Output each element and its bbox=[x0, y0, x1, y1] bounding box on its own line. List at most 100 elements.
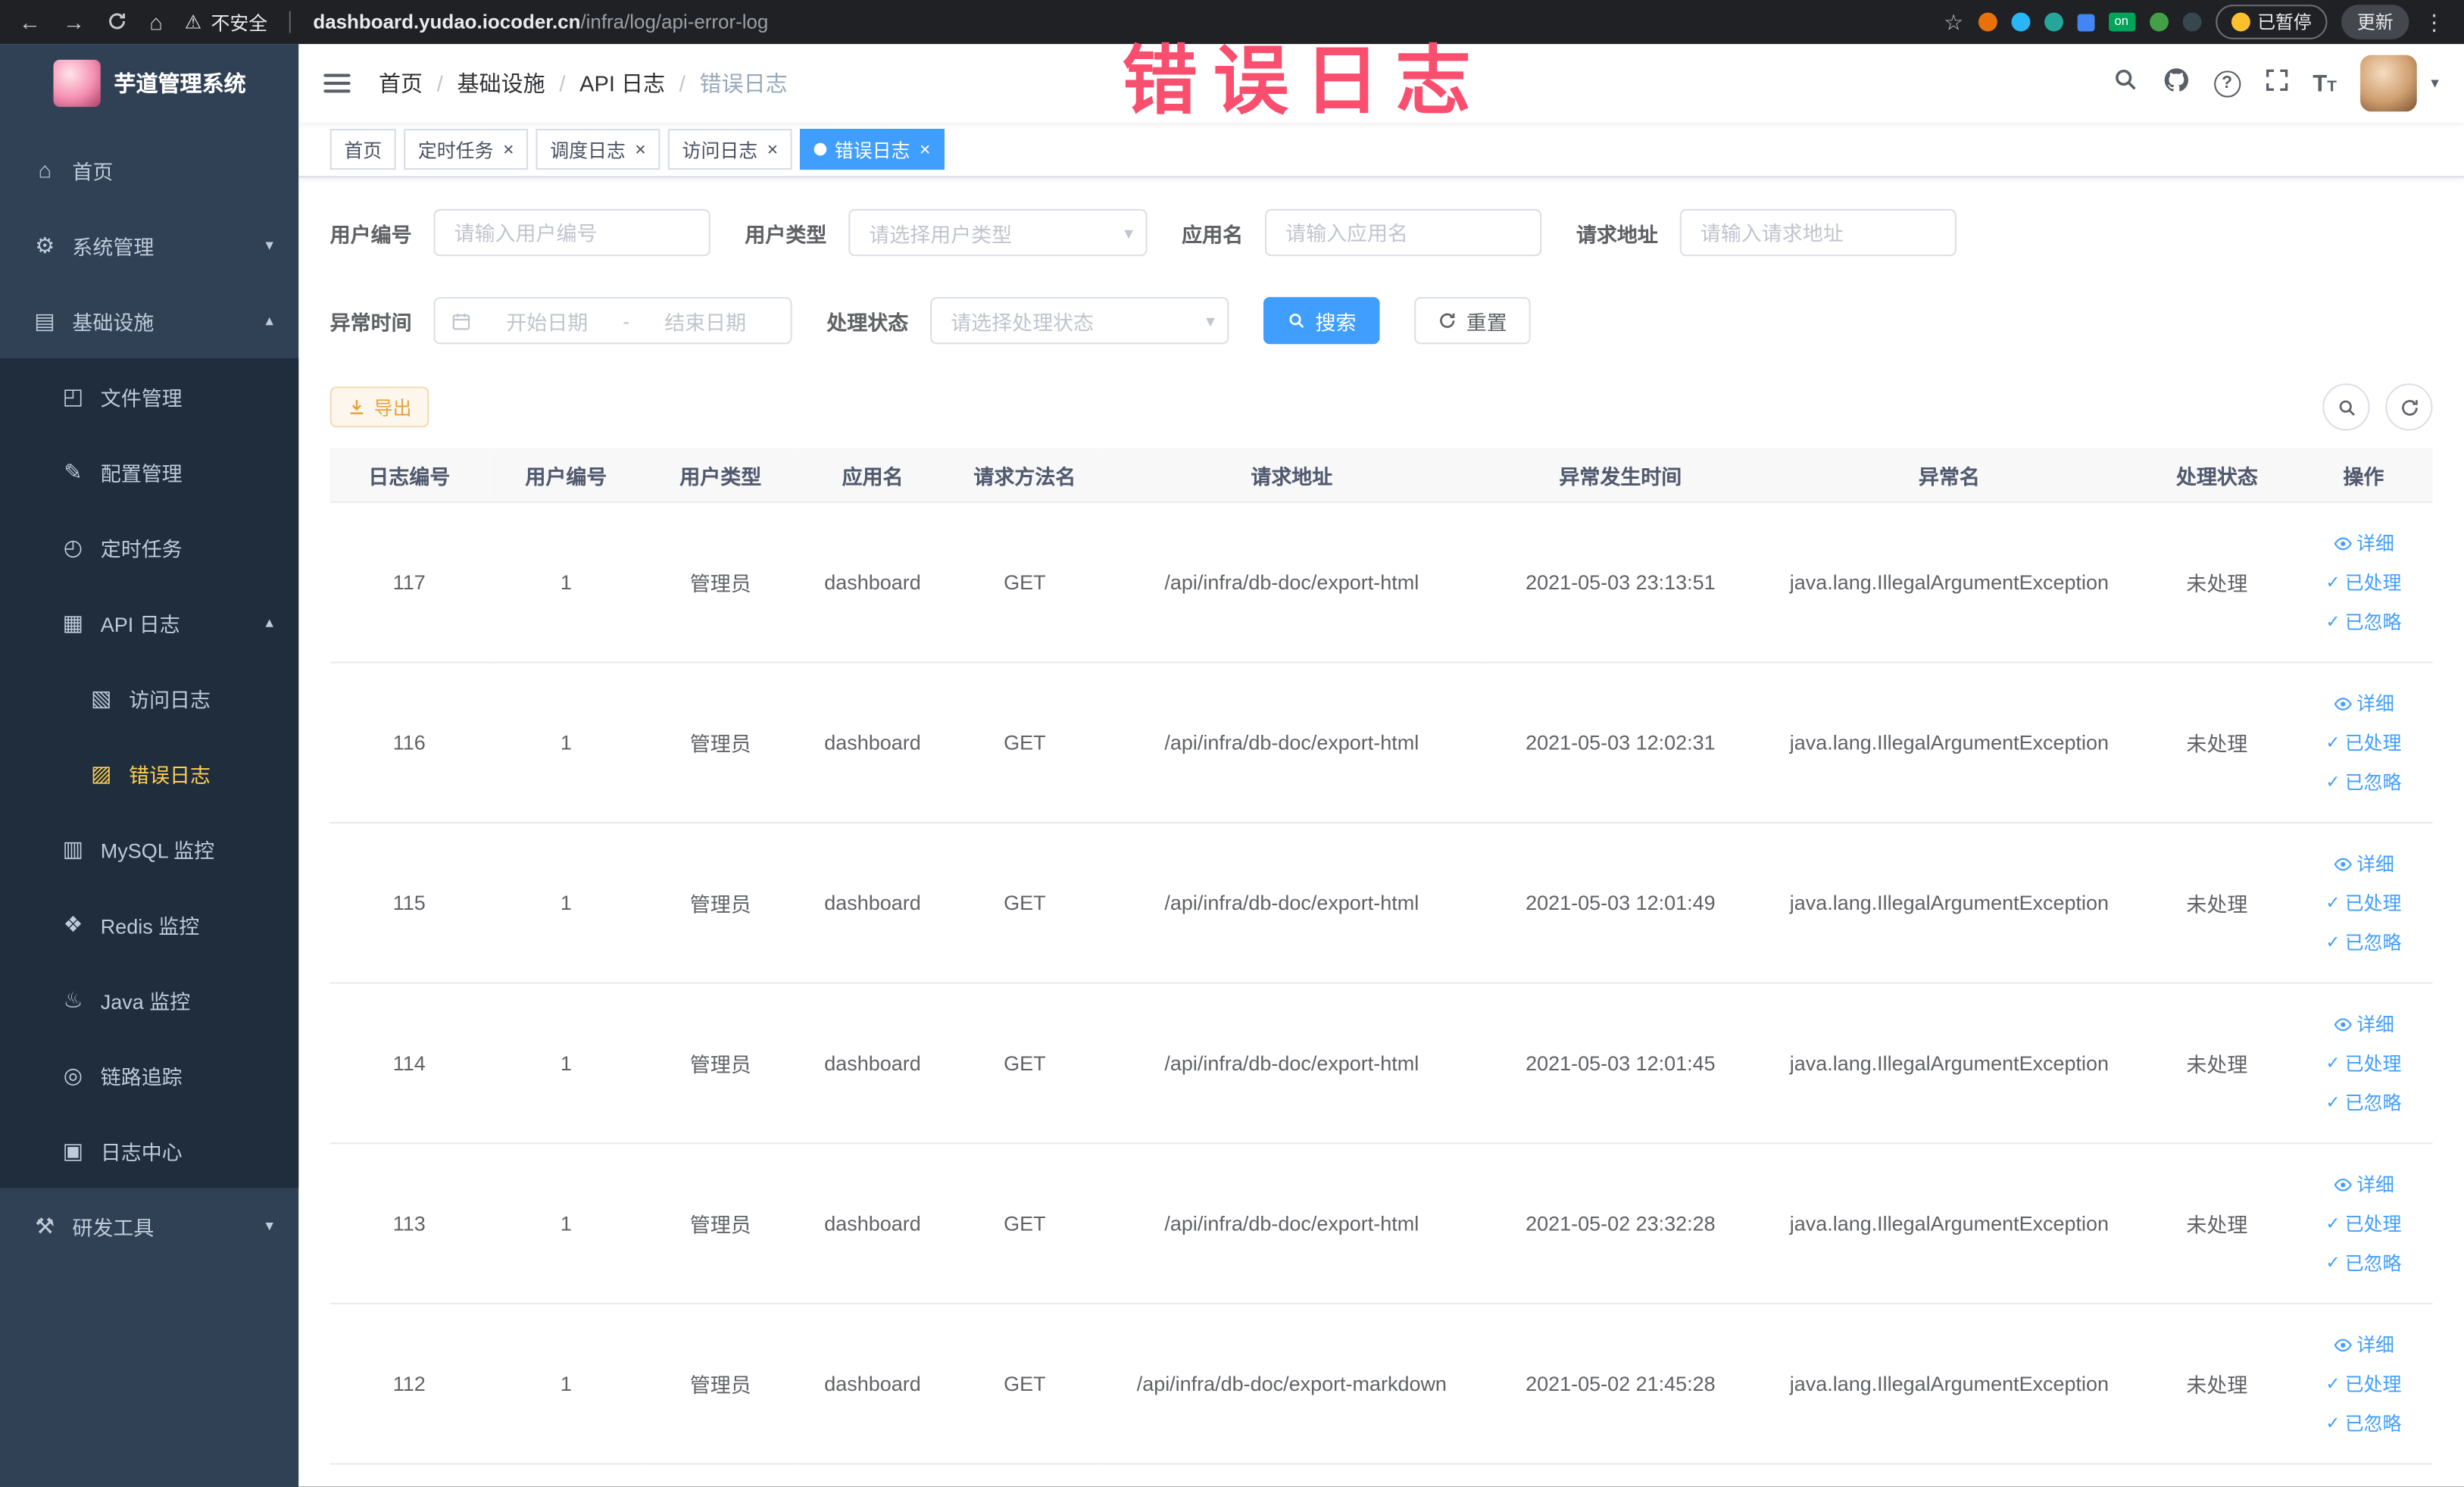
trace-icon: ◎ bbox=[63, 1061, 83, 1087]
exception-time-range[interactable]: 开始日期 - 结束日期 bbox=[433, 297, 792, 345]
detail-link[interactable]: 详细 bbox=[2304, 523, 2423, 563]
search-icon[interactable] bbox=[2112, 66, 2138, 101]
ignored-link[interactable]: ✓ 已忽略 bbox=[2304, 923, 2423, 962]
user-type-cell: 管理员 bbox=[643, 982, 798, 1145]
font-size-icon[interactable]: TT bbox=[2313, 70, 2337, 96]
address-bar[interactable]: dashboard.yudao.iocoder.cn/infra/log/api… bbox=[313, 11, 768, 33]
breadcrumb-item[interactable]: 首页 bbox=[379, 67, 423, 98]
process-status-select[interactable]: 请选择处理状态 ▾ bbox=[930, 297, 1229, 345]
tab-error-log[interactable]: 错误日志 × bbox=[800, 129, 945, 170]
eye-icon bbox=[2333, 697, 2351, 710]
sidebar-item-dev-tools[interactable]: ⚒ 研发工具 ▾ bbox=[0, 1188, 298, 1264]
extension-icon-6[interactable] bbox=[2181, 12, 2201, 32]
bookmark-star-icon[interactable]: ☆ bbox=[1944, 11, 1963, 33]
status-cell: 未处理 bbox=[2139, 662, 2295, 824]
user-type-select[interactable]: 请选择用户类型 ▾ bbox=[848, 208, 1148, 257]
extension-icon-4[interactable] bbox=[2076, 13, 2094, 31]
sidebar-item-label: 基础设施 bbox=[72, 310, 155, 334]
tab-schedule-log[interactable]: 调度日志 × bbox=[536, 129, 661, 170]
processed-link[interactable]: ✓ 已处理 bbox=[2304, 1364, 2423, 1404]
ignored-link[interactable]: ✓ 已忽略 bbox=[2304, 762, 2423, 801]
close-icon[interactable]: × bbox=[503, 140, 514, 159]
detail-link[interactable]: 详细 bbox=[2304, 1004, 2423, 1044]
hamburger-icon[interactable] bbox=[323, 73, 351, 93]
sidebar-item-redis-monitor[interactable]: ❖ Redis 监控 bbox=[0, 886, 299, 962]
app-name-input[interactable] bbox=[1265, 208, 1542, 257]
request-url-input[interactable] bbox=[1679, 208, 1957, 257]
request-url-cell: /api/infra/db-doc/export-markdown bbox=[1101, 1303, 1482, 1465]
extension-icon-2[interactable] bbox=[2010, 12, 2030, 32]
processed-link[interactable]: ✓ 已处理 bbox=[2304, 563, 2423, 602]
user-id-input[interactable] bbox=[433, 208, 710, 257]
forward-icon[interactable]: → bbox=[63, 11, 85, 33]
redis-icon: ❖ bbox=[63, 911, 83, 936]
status-cell: 未处理 bbox=[2139, 982, 2295, 1145]
sidebar-item-access-log[interactable]: ▧ 访问日志 bbox=[0, 660, 299, 736]
processed-link[interactable]: ✓ 已处理 bbox=[2304, 883, 2423, 923]
fullscreen-icon[interactable] bbox=[2264, 67, 2289, 100]
ignored-link[interactable]: ✓ 已忽略 bbox=[2304, 1243, 2423, 1282]
refresh-icon[interactable] bbox=[107, 10, 127, 33]
extension-on-badge[interactable]: on bbox=[2108, 12, 2135, 32]
col-method: 请求方法名 bbox=[948, 448, 1102, 503]
chevron-down-icon[interactable]: ▾ bbox=[2431, 75, 2438, 92]
exception-name-cell: java.lang.IllegalArgumentException bbox=[1759, 662, 2140, 824]
breadcrumb-item[interactable]: API 日志 bbox=[579, 67, 665, 98]
reset-button[interactable]: 重置 bbox=[1414, 297, 1531, 345]
sidebar-item-file-mgmt[interactable]: ◰ 文件管理 bbox=[0, 358, 299, 434]
help-icon[interactable]: ? bbox=[2213, 70, 2241, 97]
refresh-table-button[interactable] bbox=[2385, 383, 2433, 431]
detail-link[interactable]: 详细 bbox=[2304, 683, 2423, 723]
java-icon: ♨ bbox=[63, 986, 83, 1012]
sidebar-item-system-mgmt[interactable]: ⚙ 系统管理 ▾ bbox=[0, 208, 298, 283]
home-icon[interactable]: ⌂ bbox=[149, 11, 163, 33]
extension-icon-3[interactable] bbox=[2044, 12, 2063, 32]
detail-link[interactable]: 详细 bbox=[2304, 1325, 2423, 1364]
search-button[interactable]: 搜索 bbox=[1263, 297, 1380, 345]
breadcrumb-item[interactable]: 基础设施 bbox=[457, 67, 545, 98]
close-icon[interactable]: × bbox=[635, 140, 646, 159]
app-name-cell: dashboard bbox=[797, 982, 948, 1145]
sidebar-item-link-trace[interactable]: ◎ 链路追踪 bbox=[0, 1037, 299, 1113]
chevron-down-icon: ▾ bbox=[1124, 223, 1133, 243]
github-icon[interactable] bbox=[2162, 65, 2190, 102]
export-button[interactable]: 导出 bbox=[329, 386, 429, 428]
processed-link[interactable]: ✓ 已处理 bbox=[2304, 1204, 2423, 1243]
ignored-link[interactable]: ✓ 已忽略 bbox=[2304, 1404, 2423, 1443]
ignored-link[interactable]: ✓ 已忽略 bbox=[2304, 602, 2423, 642]
sidebar-item-java-monitor[interactable]: ♨ Java 监控 bbox=[0, 961, 299, 1038]
processed-link[interactable]: ✓ 已处理 bbox=[2304, 723, 2423, 762]
extension-icon-1[interactable] bbox=[1977, 12, 1997, 32]
detail-link[interactable]: 详细 bbox=[2304, 844, 2423, 883]
sidebar-item-api-log[interactable]: ▦ API 日志 ▴ bbox=[0, 584, 299, 661]
processed-link[interactable]: ✓ 已处理 bbox=[2304, 1044, 2423, 1083]
avatar[interactable] bbox=[2360, 55, 2417, 112]
sidebar-item-mysql-monitor[interactable]: ▥ MySQL 监控 bbox=[0, 811, 299, 887]
ignored-link[interactable]: ✓ 已忽略 bbox=[2304, 1082, 2423, 1122]
detail-link[interactable]: 详细 bbox=[2304, 1164, 2423, 1204]
security-chip[interactable]: ⚠ 不安全 bbox=[185, 8, 268, 35]
user-id-label: 用户编号 bbox=[329, 222, 412, 246]
sidebar-item-error-log[interactable]: ▨ 错误日志 bbox=[0, 735, 299, 811]
menu-dots-icon[interactable]: ⋮ bbox=[2423, 8, 2445, 35]
sidebar-item-scheduled-jobs[interactable]: ◴ 定时任务 bbox=[0, 509, 299, 585]
actions-cell: 详细 ✓ 已处理 ✓ 已忽略 bbox=[2294, 501, 2433, 664]
sidebar-item-log-center[interactable]: ▣ 日志中心 bbox=[0, 1112, 299, 1189]
app-logo[interactable]: 芋道管理系统 bbox=[0, 44, 298, 123]
back-icon[interactable]: ← bbox=[19, 11, 41, 33]
tab-scheduled-jobs[interactable]: 定时任务 × bbox=[404, 129, 529, 170]
close-icon[interactable]: × bbox=[767, 140, 779, 159]
search-toggle-button[interactable] bbox=[2322, 383, 2370, 431]
tab-access-log[interactable]: 访问日志 × bbox=[667, 129, 792, 170]
main-area: 首页 / 基础设施 / API 日志 / 错误日志 ? TT ▾ 首页 定时任务 × 调度日志 × 访… bbox=[298, 44, 2464, 1487]
extension-icon-5[interactable] bbox=[2149, 12, 2168, 32]
sidebar-item-config-mgmt[interactable]: ✎ 配置管理 bbox=[0, 433, 299, 510]
tab-home[interactable]: 首页 bbox=[329, 129, 396, 170]
update-button[interactable]: 更新 bbox=[2341, 5, 2409, 39]
paused-button[interactable]: 已暂停 bbox=[2215, 5, 2328, 39]
end-date-placeholder: 结束日期 bbox=[664, 310, 747, 334]
exception-name-cell: java.lang.IllegalArgumentException bbox=[1759, 982, 2140, 1145]
close-icon[interactable]: × bbox=[920, 140, 931, 159]
sidebar-item-home[interactable]: ⌂ 首页 bbox=[0, 132, 298, 208]
sidebar-item-infrastructure[interactable]: ▤ 基础设施 ▴ bbox=[0, 283, 298, 358]
